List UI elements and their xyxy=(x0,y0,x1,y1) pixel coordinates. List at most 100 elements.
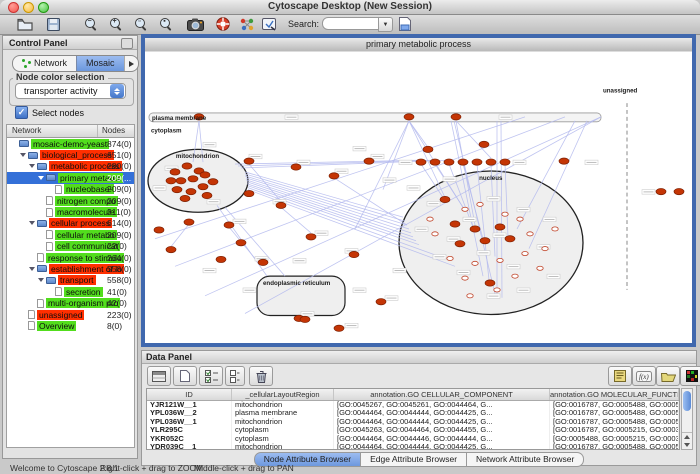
graph-node-open[interactable] xyxy=(462,207,468,211)
unselect-all-attributes-icon[interactable] xyxy=(225,366,245,386)
tree-row[interactable]: secretion41(0) xyxy=(7,286,134,297)
graph-node-open[interactable] xyxy=(477,202,483,206)
graph-node[interactable] xyxy=(198,184,208,190)
table-cell[interactable]: YPL036W__2 xyxy=(147,409,232,417)
graph-node[interactable] xyxy=(188,176,198,182)
graph-node[interactable] xyxy=(200,172,210,178)
graph-node[interactable] xyxy=(172,186,182,192)
graph-edge[interactable] xyxy=(247,182,413,237)
node-color-dropdown[interactable]: transporter activity xyxy=(15,83,126,99)
graph-node[interactable] xyxy=(656,188,666,194)
graph-node-open[interactable] xyxy=(427,217,433,221)
open-file-icon[interactable] xyxy=(16,16,34,32)
table-cell[interactable]: [GO:0016787, GO:0005488, GO:0005215, G..… xyxy=(550,401,679,409)
graph-node-open[interactable] xyxy=(517,217,523,221)
window-titlebar[interactable]: Cytoscape Desktop (New Session) xyxy=(0,0,700,15)
tree-row[interactable]: response to stimulu264(0) xyxy=(7,252,134,263)
graph-node[interactable] xyxy=(166,178,176,184)
table-cell[interactable]: [GO:0016787, GO:0005488, GO:0005215, G..… xyxy=(550,443,679,450)
graph-node-open[interactable] xyxy=(472,261,478,265)
search-advanced-doc-icon[interactable] xyxy=(396,16,414,32)
expand-arrow-icon[interactable] xyxy=(38,278,44,282)
zoom-in-icon[interactable]: + xyxy=(107,16,125,32)
graph-node[interactable] xyxy=(186,188,196,194)
table-vertical-scrollbar[interactable] xyxy=(681,388,693,450)
graph-node[interactable] xyxy=(216,256,226,262)
search-input[interactable] xyxy=(322,17,380,30)
graph-node[interactable] xyxy=(423,146,433,152)
table-cell[interactable]: YJR121W__1 xyxy=(147,401,232,409)
float-panel-icon[interactable] xyxy=(121,38,133,49)
tab-network[interactable]: Network xyxy=(13,56,76,71)
expand-arrow-icon[interactable] xyxy=(29,164,35,168)
column-header[interactable]: annotation.GO MOLECULAR_FUNCTION xyxy=(550,389,679,400)
graph-node[interactable] xyxy=(376,299,386,305)
graph-node[interactable] xyxy=(184,219,194,225)
tree-row[interactable]: biological_process651(0) xyxy=(7,149,134,160)
network-canvas[interactable]: plasma membranemitochondrionnucleusendop… xyxy=(145,51,692,343)
graph-node[interactable] xyxy=(180,195,190,201)
graph-node-open[interactable] xyxy=(467,294,473,298)
graph-node[interactable] xyxy=(166,246,176,252)
table-cell[interactable]: [GO:0045263, GO:0044464, GO:0044455, G..… xyxy=(334,426,550,434)
tab-edge-attribute-browser[interactable]: Edge Attribute Browser xyxy=(361,452,467,467)
tree-row[interactable]: primary metabol209(... xyxy=(7,172,134,183)
tree-row[interactable]: establishment of lo558(0) xyxy=(7,263,134,274)
graph-node[interactable] xyxy=(236,240,246,246)
graph-node[interactable] xyxy=(480,238,490,244)
graph-node[interactable] xyxy=(416,159,426,165)
table-cell[interactable]: cytoplasm xyxy=(232,435,334,443)
graph-node[interactable] xyxy=(258,259,268,265)
tree-row[interactable]: nucleobase-209(0) xyxy=(7,184,134,195)
attribute-table[interactable]: ID_cellularLayoutRegionannotation.GO CEL… xyxy=(146,388,680,450)
graph-node[interactable] xyxy=(364,158,374,164)
graph-node[interactable] xyxy=(472,159,482,165)
graph-node[interactable] xyxy=(479,141,489,147)
table-cell[interactable]: [GO:0045267, GO:0045261, GO:0044464, G..… xyxy=(334,401,550,409)
expand-arrow-icon[interactable] xyxy=(38,176,44,180)
table-cell[interactable]: [GO:0044464, GO:0044444, GO:0044425, G..… xyxy=(334,443,550,450)
graph-edge[interactable] xyxy=(171,224,189,247)
graph-node[interactable] xyxy=(495,224,505,230)
graph-node[interactable] xyxy=(300,316,310,322)
zoom-selected-region-icon[interactable]: ▫ xyxy=(132,16,150,32)
tree-row[interactable]: unassigned223(0) xyxy=(7,309,134,320)
tree-row[interactable]: metabolic process280(0) xyxy=(7,161,134,172)
graph-edge[interactable] xyxy=(225,207,285,276)
graph-node[interactable] xyxy=(176,178,186,184)
graph-node[interactable] xyxy=(154,227,164,233)
matrix-heatmap-icon[interactable] xyxy=(680,366,700,386)
delete-attribute-icon[interactable] xyxy=(249,366,273,386)
zoom-fit-content-icon[interactable]: ▪ xyxy=(157,16,175,32)
expand-arrow-icon[interactable] xyxy=(20,153,26,157)
select-all-attributes-icon[interactable] xyxy=(199,366,223,386)
graph-node[interactable] xyxy=(202,192,212,198)
tree-row[interactable]: cellular metabo209(0) xyxy=(7,229,134,240)
graph-node[interactable] xyxy=(559,158,569,164)
graph-node[interactable] xyxy=(455,241,465,247)
help-lifesaver-icon[interactable] xyxy=(214,16,232,32)
graph-node-open[interactable] xyxy=(462,276,468,280)
graph-node-open[interactable] xyxy=(537,266,543,270)
table-cell[interactable]: [GO:0005488, GO:0005215, GO:0003674] xyxy=(550,435,679,443)
table-cell[interactable]: [GO:0044464, GO:0044444, GO:0044425, G..… xyxy=(334,418,550,426)
save-session-icon[interactable] xyxy=(44,16,62,32)
graph-node[interactable] xyxy=(329,173,339,179)
table-cell[interactable]: cytoplasm xyxy=(232,426,334,434)
tab-mosaic[interactable]: Mosaic xyxy=(76,56,124,71)
scroll-down-icon[interactable] xyxy=(684,443,690,447)
table-cell[interactable]: [GO:0016787, GO:0005488, GO:0005215, G..… xyxy=(550,418,679,426)
table-cell[interactable]: YKR052C xyxy=(147,435,232,443)
select-nodes-checkbox[interactable]: ✓ xyxy=(15,106,28,119)
compartment-plasma-membrane[interactable] xyxy=(149,113,601,122)
column-header[interactable]: _cellularLayoutRegion xyxy=(232,389,334,400)
graph-node[interactable] xyxy=(404,114,414,120)
graph-node[interactable] xyxy=(244,190,254,196)
import-attributes-icon[interactable] xyxy=(656,366,680,386)
graph-edge[interactable] xyxy=(245,176,407,225)
expand-arrow-icon[interactable] xyxy=(29,221,35,225)
graph-node[interactable] xyxy=(674,188,684,194)
tree-row[interactable]: cell communicat22(0) xyxy=(7,241,134,252)
graph-node[interactable] xyxy=(208,179,218,185)
graph-node[interactable] xyxy=(182,163,192,169)
